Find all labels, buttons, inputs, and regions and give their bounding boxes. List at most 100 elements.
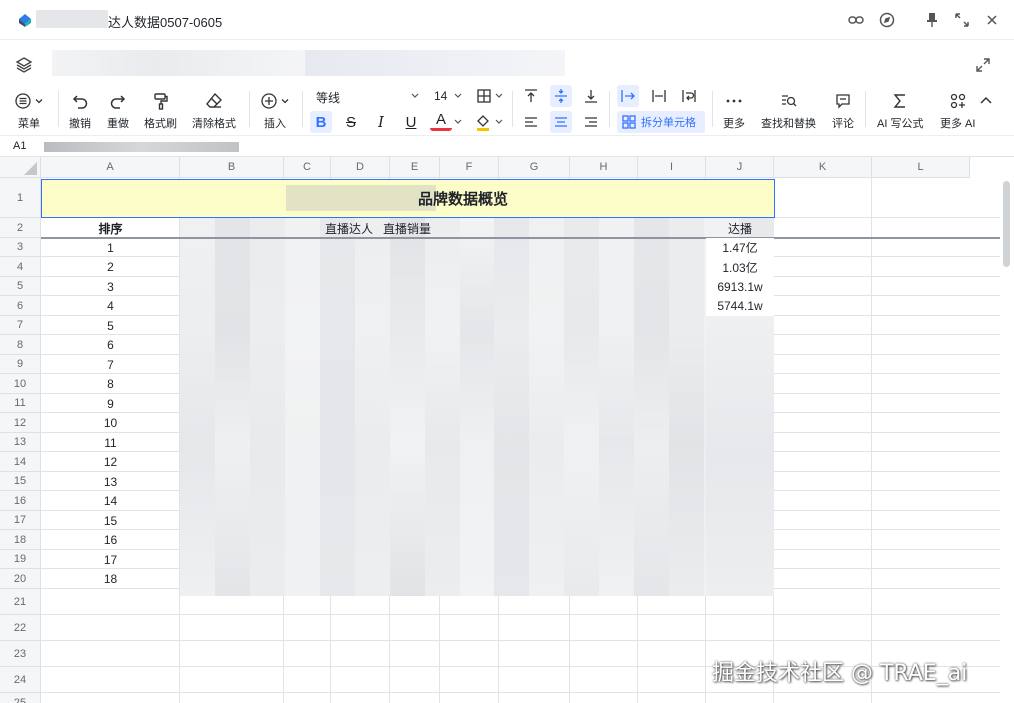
align-middle-icon[interactable] <box>550 85 572 107</box>
row-header-14[interactable]: 14 <box>0 452 41 472</box>
align-right-icon[interactable] <box>580 111 602 133</box>
row-header-13[interactable]: 13 <box>0 433 41 452</box>
bold-icon[interactable]: B <box>310 111 332 133</box>
reach-value-cell[interactable]: 1.03亿 <box>706 257 774 277</box>
chevron-down-icon[interactable] <box>494 118 504 126</box>
rank-cell[interactable]: 1 <box>41 238 180 257</box>
reach-value-cell[interactable]: 1.47亿 <box>706 238 774 257</box>
spreadsheet-grid[interactable]: 品牌数据概览 排序 直播达人 直播销量 达播 ABCDEFGHIJKL12345… <box>0 157 1014 703</box>
clear-format-button[interactable]: 清除格式 <box>192 91 236 131</box>
font-color-icon[interactable]: A <box>430 111 452 131</box>
row-header-10[interactable]: 10 <box>0 374 41 394</box>
row-header-4[interactable]: 4 <box>0 257 41 277</box>
row-header-7[interactable]: 7 <box>0 316 41 335</box>
row-header-23[interactable]: 23 <box>0 641 41 667</box>
column-header-a[interactable]: A <box>41 157 180 178</box>
clip-icon[interactable] <box>648 85 670 107</box>
rank-cell[interactable]: 8 <box>41 374 180 394</box>
row-header-3[interactable]: 3 <box>0 238 41 257</box>
column-header-j[interactable]: J <box>706 157 774 178</box>
row-header-8[interactable]: 8 <box>0 335 41 355</box>
rank-cell[interactable]: 3 <box>41 277 180 296</box>
chevron-down-icon[interactable] <box>494 92 504 100</box>
insert-button[interactable]: 插入 <box>260 91 290 131</box>
header-sales[interactable]: 直播销量 <box>383 218 431 238</box>
column-header-l[interactable]: L <box>872 157 970 178</box>
chevron-up-icon[interactable] <box>978 93 994 107</box>
overflow-icon[interactable] <box>617 85 639 107</box>
row-header-20[interactable]: 20 <box>0 569 41 589</box>
column-header-e[interactable]: E <box>390 157 440 178</box>
align-left-icon[interactable] <box>520 111 542 133</box>
italic-icon[interactable]: I <box>370 111 392 133</box>
pin-icon[interactable] <box>922 10 942 30</box>
rank-cell[interactable]: 14 <box>41 491 180 511</box>
rank-cell[interactable]: 6 <box>41 335 180 355</box>
rank-cell[interactable]: 9 <box>41 394 180 413</box>
rank-cell[interactable]: 4 <box>41 296 180 316</box>
formula-content-redacted[interactable] <box>44 142 239 152</box>
rank-cell[interactable]: 11 <box>41 433 180 452</box>
redo-button[interactable]: 重做 <box>107 91 129 131</box>
chevron-down-icon[interactable] <box>453 92 463 100</box>
scrollbar-thumb[interactable] <box>1003 181 1010 267</box>
column-header-f[interactable]: F <box>440 157 499 178</box>
rank-cell[interactable]: 12 <box>41 452 180 472</box>
row-header-5[interactable]: 5 <box>0 277 41 296</box>
strikethrough-icon[interactable]: S <box>340 111 362 133</box>
row-header-24[interactable]: 24 <box>0 667 41 693</box>
header-reach[interactable]: 达播 <box>706 218 774 238</box>
reach-value-cell[interactable]: 6913.1w <box>706 277 774 296</box>
row-header-1[interactable]: 1 <box>0 178 41 218</box>
column-header-i[interactable]: I <box>638 157 706 178</box>
row-header-6[interactable]: 6 <box>0 296 41 316</box>
comment-button[interactable]: 评论 <box>832 91 854 131</box>
chevron-down-icon[interactable] <box>410 92 420 100</box>
column-header-g[interactable]: G <box>499 157 570 178</box>
fullscreen-icon[interactable] <box>952 10 972 30</box>
rank-cell[interactable]: 17 <box>41 550 180 569</box>
align-top-icon[interactable] <box>520 85 542 107</box>
compass-icon[interactable] <box>877 10 897 30</box>
fill-color-icon[interactable] <box>472 111 494 133</box>
cell-reference[interactable]: A1 <box>13 140 26 152</box>
row-header-16[interactable]: 16 <box>0 491 41 511</box>
rank-cell[interactable]: 16 <box>41 530 180 550</box>
chevron-down-icon[interactable] <box>453 118 463 126</box>
row-header-21[interactable]: 21 <box>0 589 41 615</box>
align-center-icon[interactable] <box>550 111 572 133</box>
rank-cell[interactable]: 15 <box>41 511 180 530</box>
underline-icon[interactable]: U <box>400 111 422 133</box>
format-painter-button[interactable]: 格式刷 <box>144 91 177 131</box>
row-header-9[interactable]: 9 <box>0 355 41 374</box>
borders-icon[interactable] <box>473 85 495 107</box>
rank-cell[interactable]: 18 <box>41 569 180 589</box>
expand-icon[interactable] <box>974 56 992 74</box>
column-header-d[interactable]: D <box>331 157 390 178</box>
align-bottom-icon[interactable] <box>580 85 602 107</box>
undo-button[interactable]: 撤销 <box>69 91 91 131</box>
title-cell-a1[interactable]: 品牌数据概览 <box>41 179 775 218</box>
column-header-b[interactable]: B <box>180 157 284 178</box>
row-header-12[interactable]: 12 <box>0 413 41 433</box>
row-header-25[interactable]: 25 <box>0 693 41 703</box>
link-icon[interactable] <box>846 10 866 30</box>
rank-cell[interactable]: 2 <box>41 257 180 277</box>
close-icon[interactable] <box>982 10 1002 30</box>
column-header-c[interactable]: C <box>284 157 331 178</box>
layers-icon[interactable] <box>14 56 34 74</box>
row-header-18[interactable]: 18 <box>0 530 41 550</box>
row-header-19[interactable]: 19 <box>0 550 41 569</box>
font-name-select[interactable]: 等线 <box>316 89 340 106</box>
find-replace-button[interactable]: 查找和替换 <box>761 91 816 131</box>
column-header-k[interactable]: K <box>774 157 872 178</box>
menu-button[interactable]: 菜单 <box>14 91 44 131</box>
split-cells-button[interactable]: 拆分单元格 <box>617 111 705 133</box>
row-header-2[interactable]: 2 <box>0 218 41 238</box>
more-ai-button[interactable]: 更多 AI <box>940 91 975 131</box>
row-header-15[interactable]: 15 <box>0 472 41 491</box>
ai-formula-button[interactable]: AI 写公式 <box>877 91 923 131</box>
reach-value-cell[interactable]: 5744.1w <box>706 296 774 316</box>
wrap-text-icon[interactable] <box>678 85 700 107</box>
row-header-11[interactable]: 11 <box>0 394 41 413</box>
